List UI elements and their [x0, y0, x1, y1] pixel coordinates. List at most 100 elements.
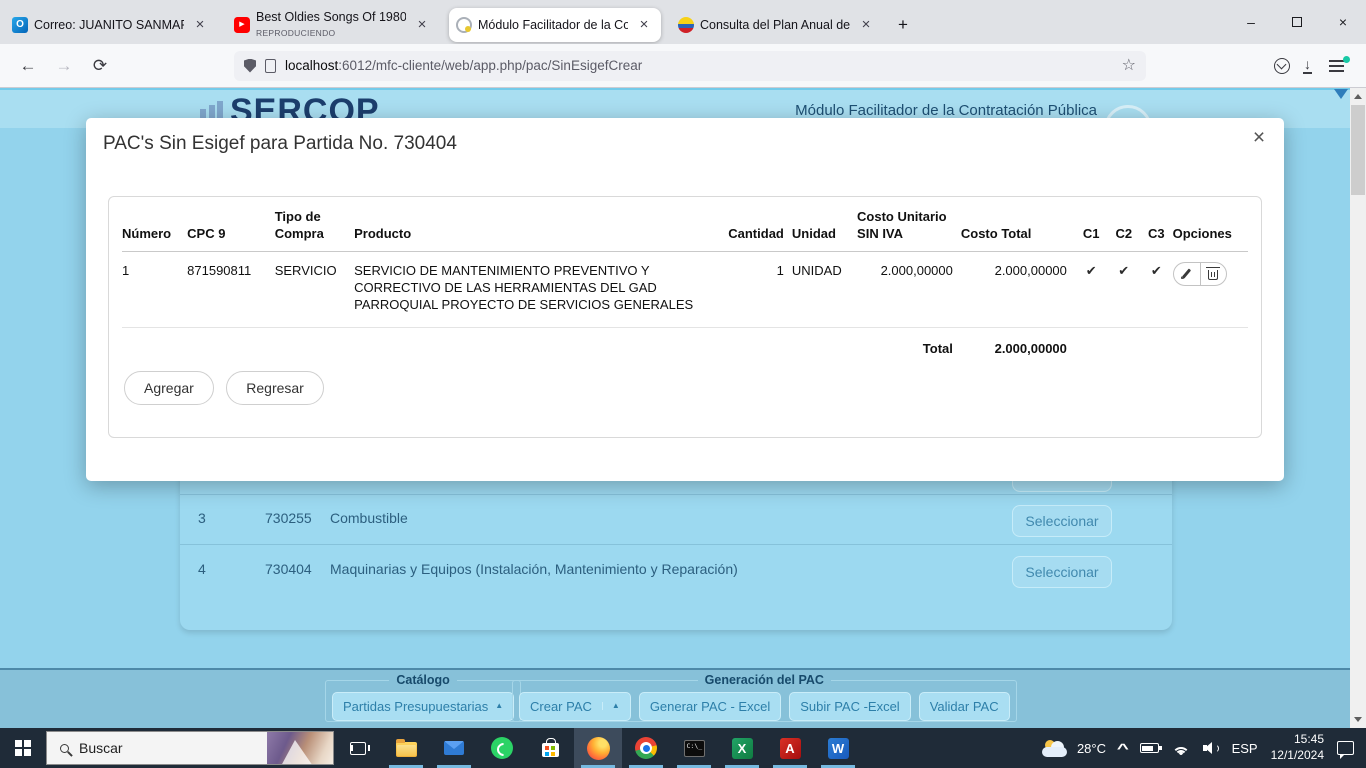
col-header-c3: C3: [1140, 209, 1173, 252]
reload-button[interactable]: ⟳: [84, 50, 116, 82]
scrollbar-up-arrow[interactable]: [1354, 94, 1362, 99]
row-code: 730255: [265, 510, 312, 526]
agregar-button[interactable]: Agregar: [124, 371, 214, 406]
acrobat-button[interactable]: [766, 728, 814, 768]
volume-icon[interactable]: [1202, 742, 1219, 754]
catalog-legend: Catálogo: [396, 673, 450, 687]
cell-opciones: [1172, 251, 1248, 329]
table-row: 1 871590811 SERVICIO SERVICIO DE MANTENI…: [122, 251, 1248, 329]
cell-c3: ✔: [1140, 251, 1173, 329]
time: 15:45: [1293, 732, 1324, 747]
regresar-button[interactable]: Regresar: [226, 371, 324, 406]
tab-youtube[interactable]: ▶ Best Oldies Songs Of 1980s - M REPRODU…: [227, 8, 439, 42]
partidas-presupuestarias-button[interactable]: Partidas Presupuestarias ▲: [332, 691, 515, 721]
pac-sin-esigef-modal: PAC's Sin Esigef para Partida No. 730404…: [86, 118, 1284, 481]
address-bar[interactable]: localhost:6012/mfc-cliente/web/app.php/p…: [234, 50, 1146, 81]
check-icon: ✔: [1085, 262, 1097, 278]
clock[interactable]: 15:45 12/1/2024: [1271, 732, 1324, 763]
menu-icon[interactable]: [1329, 55, 1350, 67]
page-scrollbar[interactable]: [1350, 88, 1366, 728]
outlook-icon: O: [12, 16, 28, 33]
search-icon: [60, 743, 69, 753]
col-header-c2: C2: [1107, 209, 1141, 252]
microsoft-store-button[interactable]: [526, 728, 574, 768]
tab-playing-badge: REPRODUCIENDO: [256, 27, 336, 38]
hidden-icons-chevron[interactable]: ^: [1117, 741, 1129, 756]
edit-button[interactable]: [1172, 261, 1200, 286]
subir-pac-excel-button[interactable]: Subir PAC -Excel: [789, 691, 911, 721]
new-tab-button[interactable]: +: [888, 10, 918, 40]
shield-icon[interactable]: [244, 58, 256, 73]
col-header-tipo-compra: Tipo de Compra: [274, 209, 355, 252]
caret-up-icon[interactable]: ▲: [601, 702, 620, 710]
chrome-button[interactable]: [622, 728, 670, 768]
close-icon[interactable]: ×: [634, 15, 654, 35]
file-explorer-button[interactable]: [382, 728, 430, 768]
total-label: Total: [922, 341, 953, 357]
tab-plan-anual[interactable]: Consulta del Plan Anual de Con ×: [671, 8, 883, 42]
scrollbar-thumb[interactable]: [1351, 105, 1365, 195]
row-description: Combustible: [330, 510, 408, 526]
window-maximize-button[interactable]: [1274, 0, 1320, 44]
crear-pac-button[interactable]: Crear PAC ▲: [519, 691, 631, 721]
seleccionar-button-row4[interactable]: Seleccionar: [1012, 556, 1112, 588]
tab-title: Correo: JUANITO SANMARTIN -: [34, 17, 184, 32]
task-view-icon: [350, 741, 370, 755]
download-icon[interactable]: ↓: [1303, 57, 1312, 74]
search-highlight-artwork[interactable]: [267, 732, 333, 764]
word-icon: [827, 737, 849, 759]
word-button[interactable]: [814, 728, 862, 768]
modal-close-button[interactable]: ×: [1246, 125, 1272, 151]
close-icon[interactable]: ×: [856, 15, 876, 35]
temperature: 28°C: [1076, 740, 1106, 756]
col-header-cantidad: Cantidad: [716, 209, 792, 252]
firefox-button[interactable]: [574, 728, 622, 768]
mail-button[interactable]: [430, 728, 478, 768]
modal-title: PAC's Sin Esigef para Partida No. 730404: [103, 133, 457, 154]
close-icon[interactable]: ×: [412, 15, 432, 35]
cell-numero: 1: [122, 251, 188, 329]
table-header-row: Número CPC 9 Tipo de Compra Producto Can…: [122, 209, 1248, 252]
command-prompt-button[interactable]: [670, 728, 718, 768]
cell-costo-unitario: 2.000,00000: [857, 251, 961, 329]
trash-icon: [1206, 266, 1220, 281]
file-explorer-icon: [395, 739, 417, 757]
page-icon[interactable]: [265, 58, 276, 73]
tab-outlook[interactable]: O Correo: JUANITO SANMARTIN - ×: [5, 8, 217, 42]
close-icon[interactable]: ×: [190, 15, 210, 35]
col-header-c1: C1: [1074, 209, 1108, 252]
bookmark-star-icon[interactable]: ☆: [1122, 57, 1136, 74]
microsoft-store-icon: [541, 738, 559, 757]
button-label: Crear PAC: [530, 698, 592, 714]
start-button[interactable]: [0, 728, 46, 768]
scroll-top-triangle-icon[interactable]: [1334, 89, 1348, 99]
wifi-icon[interactable]: [1171, 742, 1190, 755]
whatsapp-button[interactable]: [478, 728, 526, 768]
col-header-cpc9: CPC 9: [187, 209, 275, 252]
row-divider: [180, 544, 1172, 545]
battery-icon[interactable]: [1139, 743, 1162, 753]
pocket-icon[interactable]: [1274, 57, 1290, 74]
input-language[interactable]: ESP: [1232, 741, 1258, 756]
system-tray: 28°C ^ ESP 15:45 12/1/2024: [1041, 732, 1366, 763]
search-input[interactable]: Buscar: [46, 731, 334, 765]
task-view-button[interactable]: [334, 728, 382, 768]
tab-title-group: Best Oldies Songs Of 1980s - M REPRODUCI…: [256, 10, 406, 40]
window-minimize-button[interactable]: –: [1228, 0, 1274, 44]
tab-title: Consulta del Plan Anual de Con: [700, 17, 850, 32]
back-button[interactable]: ←: [12, 50, 44, 82]
window-close-button[interactable]: ×: [1320, 0, 1366, 44]
pac-generation-legend: Generación del PAC: [704, 673, 824, 687]
validar-pac-button[interactable]: Validar PAC: [918, 691, 1010, 721]
weather-widget[interactable]: 28°C: [1041, 739, 1106, 757]
excel-button[interactable]: [718, 728, 766, 768]
forward-button[interactable]: →: [48, 50, 80, 82]
delete-button[interactable]: [1199, 261, 1227, 286]
generar-pac-excel-button[interactable]: Generar PAC - Excel: [638, 691, 782, 721]
seleccionar-button-row3[interactable]: Seleccionar: [1012, 505, 1112, 537]
scrollbar-down-arrow[interactable]: [1354, 717, 1362, 722]
action-center-icon[interactable]: [1337, 741, 1354, 759]
row-number: 4: [198, 561, 206, 577]
cell-producto: SERVICIO DE MANTENIMIENTO PREVENTIVO Y C…: [354, 251, 717, 329]
tab-mfc-active[interactable]: Módulo Facilitador de la Contra ×: [449, 7, 661, 42]
